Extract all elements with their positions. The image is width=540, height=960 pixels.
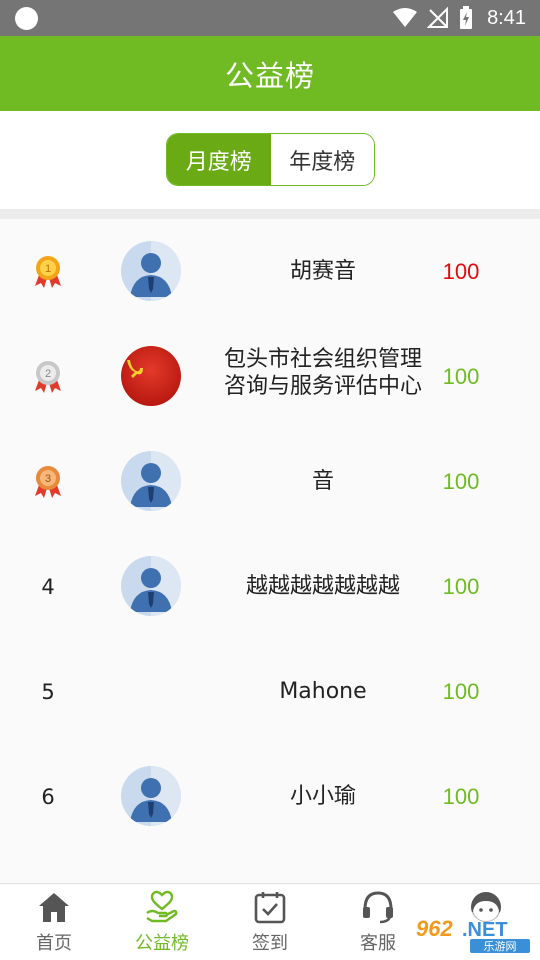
donor-score: 100 — [442, 363, 480, 389]
svg-text:1: 1 — [45, 263, 51, 275]
nav-label: 客服 — [360, 933, 396, 954]
status-time: 8:41 — [487, 6, 526, 29]
rank-number: 5 — [41, 679, 55, 704]
app-header: 公益榜 — [0, 36, 540, 111]
user-avatar — [121, 241, 181, 301]
site-watermark: 962 .NET 乐游网 — [400, 906, 540, 960]
nav-ranking[interactable]: 公益榜 — [108, 884, 216, 960]
svg-text:962: 962 — [416, 916, 453, 941]
silver-medal-icon: 2 — [35, 360, 61, 393]
org-avatar — [121, 346, 181, 406]
donor-score: 100 — [442, 678, 480, 704]
ranking-list: 1 胡赛音 100 2 包头市社会组织管理咨询与服务评估中心 100 3 音 1… — [0, 219, 540, 849]
donor-name: 小小瑜 — [289, 784, 356, 809]
user-avatar — [121, 451, 181, 511]
donor-score: 100 — [442, 468, 480, 494]
ranking-row[interactable]: 5 Mahone 100 — [0, 639, 540, 744]
donor-name: 音 — [311, 469, 334, 494]
headset-icon — [363, 891, 393, 924]
svg-text:2: 2 — [45, 368, 51, 380]
divider — [0, 209, 540, 219]
donor-name: Mahone — [279, 679, 367, 704]
donor-score: 100 — [442, 783, 480, 809]
ranking-row[interactable]: 3 音 100 — [0, 429, 540, 534]
ranking-row[interactable]: 2 包头市社会组织管理咨询与服务评估中心 100 — [0, 324, 540, 429]
rank-badge: 2 — [20, 324, 76, 429]
tab-monthly[interactable]: 月度榜 — [167, 134, 271, 185]
svg-text:.NET: .NET — [462, 919, 508, 941]
rank-number: 6 — [41, 784, 55, 809]
donor-score: 100 — [442, 258, 480, 284]
rank-badge: 3 — [20, 429, 76, 534]
svg-text:乐游网: 乐游网 — [484, 940, 517, 953]
donor-name: 越越越越越越越 — [245, 574, 400, 599]
donor-name: 胡赛音 — [289, 259, 356, 284]
tab-area: 月度榜 年度榜 — [0, 111, 540, 209]
checkin-calendar-icon — [254, 892, 286, 924]
donor-name: 包头市社会组织管理咨询与服务评估中心 — [223, 347, 422, 399]
home-icon — [39, 893, 69, 922]
bronze-medal-icon: 3 — [35, 465, 61, 498]
rank-number: 4 — [41, 574, 55, 599]
user-avatar — [121, 556, 181, 616]
battery-charging-icon — [460, 6, 473, 29]
wifi-icon — [393, 8, 418, 27]
ranking-row[interactable]: 1 胡赛音 100 — [0, 219, 540, 324]
status-icons: 8:41 — [393, 0, 526, 36]
heart-hand-icon — [146, 890, 178, 923]
rank-badge: 1 — [20, 219, 76, 324]
nav-label: 签到 — [252, 933, 288, 954]
no-signal-icon — [427, 7, 449, 28]
ranking-row[interactable]: 6 小小瑜 100 — [0, 744, 540, 849]
nav-label: 公益榜 — [135, 933, 189, 954]
user-avatar — [121, 766, 181, 826]
status-bar: 8:41 — [0, 0, 540, 36]
tab-yearly[interactable]: 年度榜 — [270, 134, 374, 185]
nav-label: 首页 — [36, 933, 72, 954]
gold-medal-icon: 1 — [35, 255, 61, 288]
page-title: 公益榜 — [224, 58, 315, 93]
ranking-row[interactable]: 4 越越越越越越越 100 — [0, 534, 540, 639]
svg-text:3: 3 — [45, 473, 51, 485]
donor-score: 100 — [442, 573, 480, 599]
nav-home[interactable]: 首页 — [0, 884, 108, 960]
notification-dot-icon — [15, 7, 38, 30]
period-toggle: 月度榜 年度榜 — [166, 133, 375, 186]
nav-checkin[interactable]: 签到 — [216, 884, 324, 960]
